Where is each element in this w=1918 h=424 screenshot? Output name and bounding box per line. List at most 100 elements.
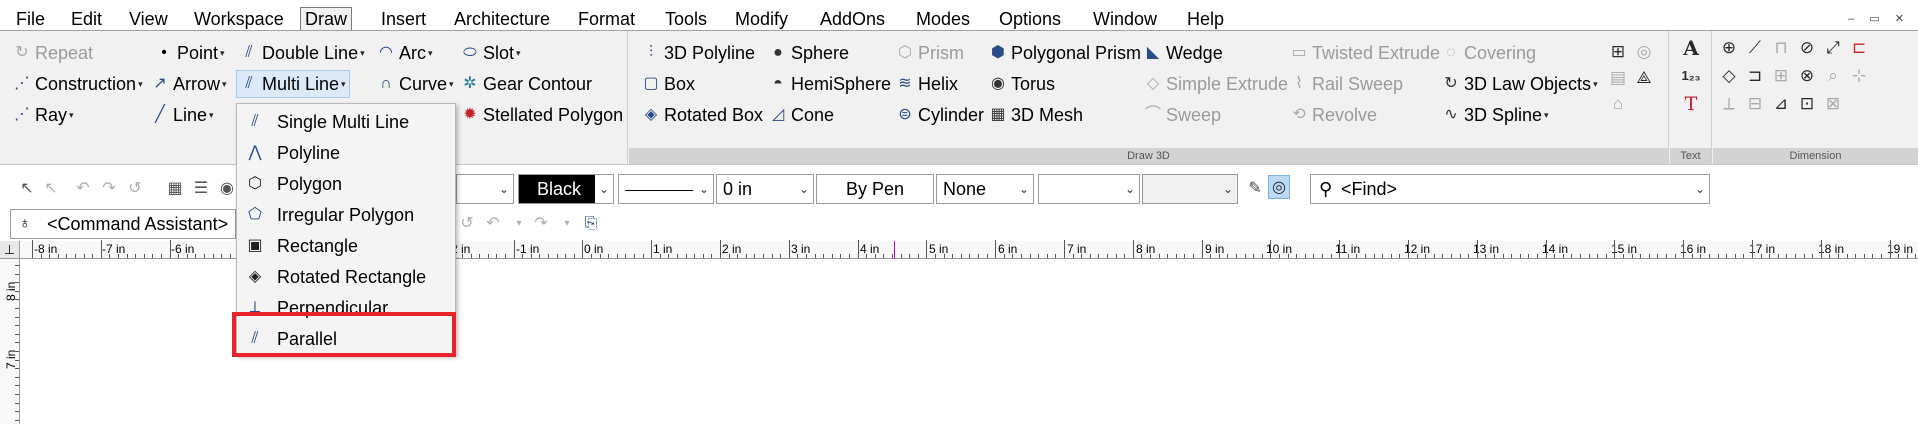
numbered-text-icon[interactable]: 1₂₃ <box>1680 65 1702 87</box>
3d-mesh-button[interactable]: ▦ 3D Mesh <box>986 101 1086 129</box>
menu-tools[interactable]: Tools <box>661 8 711 30</box>
helix-button[interactable]: ≋ Helix <box>893 70 961 98</box>
transparency-combo[interactable]: ⌄ <box>1142 174 1238 204</box>
hemisphere-button[interactable]: ◓ HemiSphere <box>766 70 894 98</box>
3d-law-objects-button[interactable]: ↻ 3D Law Objects ▾ <box>1439 70 1601 98</box>
menu-architecture[interactable]: Architecture <box>450 8 554 30</box>
3d-polyline-button[interactable]: ⫶ 3D Polyline <box>639 39 758 67</box>
menu-help[interactable]: Help <box>1183 8 1228 30</box>
sphere-button[interactable]: ● Sphere <box>766 39 852 67</box>
chevron-down-icon[interactable]: ▾ <box>508 212 530 236</box>
find-input[interactable]: ⚲ <Find> ⌄ <box>1310 174 1710 204</box>
table-icon[interactable]: ▦ <box>164 177 186 201</box>
pattern-combo[interactable]: ⌄ <box>1038 174 1140 204</box>
menu-item-polygon[interactable]: ⬡ Polygon <box>237 169 455 199</box>
text-format-icon[interactable]: T <box>1680 93 1702 115</box>
arc-button[interactable]: ◠ Arc ▾ <box>374 39 436 67</box>
gear-contour-button[interactable]: ✲ Gear Contour <box>458 70 595 98</box>
menu-workspace[interactable]: Workspace <box>190 8 288 30</box>
point-button[interactable]: • Point ▾ <box>152 39 228 67</box>
dim-ordinate-icon[interactable]: ⊐ <box>1744 65 1766 87</box>
menu-format[interactable]: Format <box>574 8 639 30</box>
menu-item-rectangle[interactable]: ▣ Rectangle <box>237 231 455 261</box>
sphere-alt-icon[interactable]: ◎ <box>1633 41 1655 63</box>
redo-forward-icon[interactable]: ↷ <box>530 212 552 236</box>
menu-item-single-multi-line[interactable]: ⫽ Single Multi Line <box>237 107 455 137</box>
menu-insert[interactable]: Insert <box>377 8 430 30</box>
slot-button[interactable]: ⬭ Slot ▾ <box>458 39 524 67</box>
rail-sweep-button[interactable]: ⌇ Rail Sweep <box>1287 70 1406 98</box>
color-combo[interactable]: Black ⌄ <box>518 174 614 204</box>
dim-search-icon[interactable]: ⌕ <box>1822 65 1844 87</box>
thickness-combo[interactable]: 0 in ⌄ <box>716 174 814 204</box>
eyedropper-icon[interactable]: ✎ <box>1244 177 1266 201</box>
undo-back-icon[interactable]: ↶ <box>482 212 504 236</box>
rotated-box-button[interactable]: ◈ Rotated Box <box>639 101 766 129</box>
menu-window[interactable]: Window <box>1089 8 1161 30</box>
command-assistant-input[interactable]: ♁ <Command Assistant> <box>10 209 236 239</box>
menu-view[interactable]: View <box>125 8 172 30</box>
select-icon[interactable]: ↖ <box>16 177 38 201</box>
3d-spline-button[interactable]: ∿ 3D Spline ▾ <box>1439 101 1552 129</box>
wedge-button[interactable]: ◣ Wedge <box>1141 39 1226 67</box>
construction-button[interactable]: ⋰ Construction ▾ <box>10 70 146 98</box>
shell-icon[interactable]: ⌂ <box>1607 93 1629 115</box>
undo-icon[interactable]: ↶ <box>72 177 94 201</box>
cone-button[interactable]: ◿ Cone <box>766 101 837 129</box>
stellated-polygon-button[interactable]: ✹ Stellated Polygon <box>458 101 626 129</box>
line-button[interactable]: ╱ Line ▾ <box>148 101 217 129</box>
multi-line-button[interactable]: ⫽ Multi Line ▾ <box>236 70 350 98</box>
revolve-button[interactable]: ⟲ Revolve <box>1287 101 1380 129</box>
menu-modes[interactable]: Modes <box>912 8 974 30</box>
eye-icon[interactable]: ◉ <box>216 177 238 201</box>
pen-combo[interactable]: By Pen <box>816 174 934 204</box>
window-controls[interactable]: – ▭ ✕ <box>1848 12 1910 25</box>
undo-list-icon[interactable]: ↺ <box>124 177 146 201</box>
cylinder-button[interactable]: ⊜ Cylinder <box>893 101 987 129</box>
layer-combo[interactable]: ⌄ <box>456 174 514 204</box>
curve-button[interactable]: ∩ Curve ▾ <box>374 70 457 98</box>
torus-button[interactable]: ◉ Torus <box>986 70 1058 98</box>
dim-diameter-icon[interactable]: ⊗ <box>1796 65 1818 87</box>
menu-file[interactable]: File <box>12 8 49 30</box>
ray-button[interactable]: ⋰ Ray ▾ <box>10 101 77 129</box>
dim-radius-icon[interactable]: ⊘ <box>1796 37 1818 59</box>
dim-leader-icon[interactable]: ⤢ <box>1822 37 1844 59</box>
text-icon[interactable]: A <box>1680 37 1702 59</box>
menu-item-irregular-polygon[interactable]: ⬠ Irregular Polygon <box>237 200 455 230</box>
menu-item-rotated-rectangle[interactable]: ◈ Rotated Rectangle <box>237 262 455 292</box>
list-icon[interactable]: ☰ <box>190 177 212 201</box>
prism-button[interactable]: ⬡ Prism <box>893 39 967 67</box>
dim-arc-icon[interactable]: ⊟ <box>1744 93 1766 115</box>
menu-addons[interactable]: AddOns <box>816 8 889 30</box>
menu-options[interactable]: Options <box>995 8 1065 30</box>
file-refresh-icon[interactable]: ⎘ <box>580 212 602 236</box>
twisted-extrude-button[interactable]: ▭ Twisted Extrude <box>1287 39 1443 67</box>
dim-box-icon[interactable]: ⊠ <box>1822 93 1844 115</box>
select-points-icon[interactable]: ↖ <box>40 177 62 201</box>
dim-stack-icon[interactable]: ⊿ <box>1770 93 1792 115</box>
menu-modify[interactable]: Modify <box>731 8 792 30</box>
dim-aligned-icon[interactable]: ⟋ <box>1744 37 1766 59</box>
box-button[interactable]: ▢ Box <box>639 70 698 98</box>
dim-continue-icon[interactable]: ⊞ <box>1770 65 1792 87</box>
extrude-alt-icon[interactable]: ▤ <box>1607 67 1629 89</box>
line-style-combo[interactable]: ⌄ <box>618 174 714 204</box>
redo-icon[interactable]: ↷ <box>98 177 120 201</box>
dim-label-icon[interactable]: ⊡ <box>1796 93 1818 115</box>
chevron-down-icon[interactable]: ▾ <box>556 212 578 236</box>
fill-combo[interactable]: None ⌄ <box>936 174 1034 204</box>
ruler-corner[interactable]: ⊥ <box>0 241 20 259</box>
dim-chain-icon[interactable]: ⟂ <box>1718 93 1740 115</box>
pyramid-icon[interactable]: ⟁ <box>1633 67 1655 89</box>
polygonal-prism-button[interactable]: ⬢ Polygonal Prism <box>986 39 1144 67</box>
dim-datum-icon[interactable]: ⊏ <box>1848 37 1870 59</box>
repeat-button[interactable]: ↻ Repeat <box>10 39 96 67</box>
menu-draw[interactable]: Draw <box>300 7 353 31</box>
arrow-button[interactable]: ↗ Arrow ▾ <box>148 70 230 98</box>
dim-angular-icon[interactable]: ◇ <box>1718 65 1740 87</box>
menu-item-polyline[interactable]: ⋀ Polyline <box>237 138 455 168</box>
dim-horizontal-icon[interactable]: ⊕ <box>1718 37 1740 59</box>
dim-baseline-icon[interactable]: ⊓ <box>1770 37 1792 59</box>
layers-icon[interactable]: ◎ <box>1268 175 1290 199</box>
